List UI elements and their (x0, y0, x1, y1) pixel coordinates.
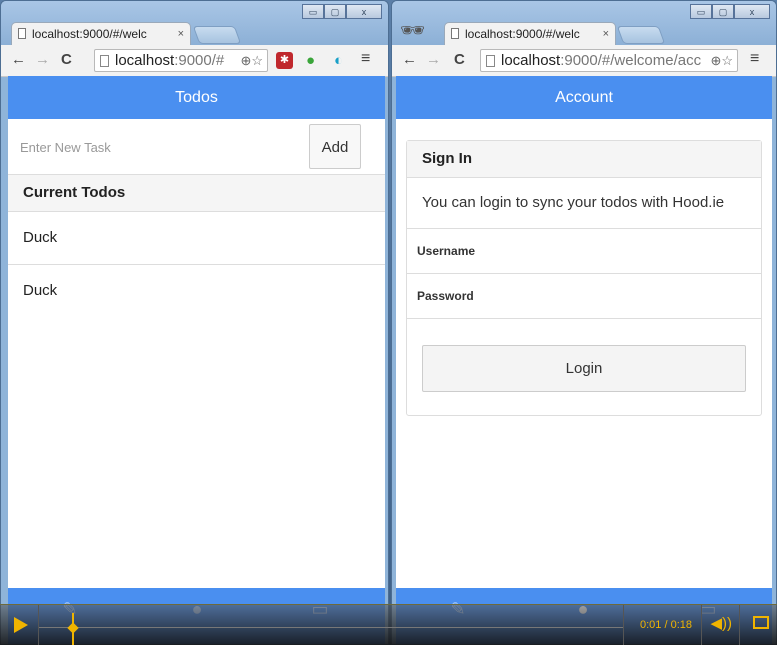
minimize-button[interactable]: ▭ (302, 4, 324, 19)
window-controls: ▭ ▢ x (690, 4, 770, 19)
zoom-bookmark-icons[interactable]: ⊕☆ (237, 50, 263, 71)
divider (701, 605, 702, 645)
login-row: Login (407, 319, 761, 415)
sync-extension-icon[interactable]: ◐ (330, 52, 347, 69)
menu-icon[interactable]: ≡ (361, 50, 370, 68)
browser-toolbar: ← → C localhost:9000/# ⊕☆ ✱ ● ◐ ≡ (1, 45, 388, 77)
browser-tab[interactable]: localhost:9000/#/welc × (11, 22, 191, 45)
list-item[interactable]: Duck (8, 212, 385, 265)
play-icon (14, 617, 28, 633)
sign-in-card: Sign In You can login to sync your todos… (406, 140, 762, 416)
list-header: Current Todos (8, 175, 385, 212)
forward-button[interactable]: → (426, 51, 441, 68)
chat-extension-icon[interactable]: ● (302, 52, 319, 69)
page-icon (18, 28, 26, 39)
reload-button[interactable]: C (61, 51, 72, 68)
scrub-handle-dot[interactable] (67, 622, 79, 634)
tab-title: localhost:9000/#/welc (465, 27, 580, 41)
divider (623, 605, 624, 645)
browser-window-right: 🕶 localhost:9000/#/welc × ▭ ▢ x ← → C lo… (391, 0, 777, 645)
forward-button[interactable]: → (35, 51, 50, 68)
window-controls: ▭ ▢ x (302, 4, 382, 19)
username-label: Username (417, 244, 476, 258)
browser-toolbar: ← → C localhost:9000/#/welcome/acc ⊕☆ ≡ (392, 45, 776, 77)
tab-close-icon[interactable]: × (603, 23, 609, 45)
new-tab-button[interactable] (192, 26, 242, 44)
url-path: :9000/# (174, 52, 225, 69)
title-bar: localhost:9000/#/welc × ▭ ▢ x (1, 1, 388, 45)
app-title: Todos (8, 76, 385, 119)
page-icon (100, 55, 109, 67)
close-window-button[interactable]: x (346, 4, 382, 19)
password-field[interactable]: Password (407, 274, 761, 319)
scrub-track (39, 627, 624, 628)
list-item[interactable]: Duck (8, 265, 385, 317)
new-task-row: Add (8, 119, 385, 175)
address-bar[interactable]: localhost:9000/#/welcome/acc ⊕☆ (480, 49, 738, 72)
volume-icon[interactable]: ◀)) (710, 614, 732, 632)
new-task-input[interactable] (18, 131, 282, 163)
page-viewport: Todos Add Current Todos Duck Duck ✎ ● ▭ (8, 76, 385, 644)
card-title: Sign In (407, 141, 761, 178)
tab-title: localhost:9000/#/welc (32, 27, 147, 41)
page-viewport: Account Sign In You can login to sync yo… (396, 76, 772, 644)
new-tab-button[interactable] (616, 26, 666, 44)
back-button[interactable]: ← (402, 51, 417, 68)
login-button[interactable]: Login (422, 345, 746, 392)
add-button[interactable]: Add (309, 124, 361, 169)
extension-icon[interactable]: ✱ (276, 52, 293, 69)
menu-icon[interactable]: ≡ (750, 50, 759, 68)
app-title: Account (396, 76, 772, 119)
address-bar[interactable]: localhost:9000/# ⊕☆ (94, 49, 268, 72)
browser-window-left: localhost:9000/#/welc × ▭ ▢ x ← → C loca… (0, 0, 389, 645)
browser-tab[interactable]: localhost:9000/#/welc × (444, 22, 616, 45)
zoom-bookmark-icons[interactable]: ⊕☆ (707, 50, 733, 71)
card-text: You can login to sync your todos with Ho… (407, 178, 761, 229)
password-label: Password (417, 289, 474, 303)
page-icon (451, 28, 459, 39)
fullscreen-icon[interactable] (753, 616, 769, 629)
incognito-icon: 🕶 (400, 20, 426, 42)
close-window-button[interactable]: x (734, 4, 770, 19)
tab-close-icon[interactable]: × (178, 23, 184, 45)
video-player-bar: 0:01 / 0:18 ◀)) (0, 604, 777, 645)
play-button[interactable] (0, 605, 39, 645)
divider (739, 605, 740, 645)
url-host: localhost (115, 52, 175, 69)
todo-list: Duck Duck (8, 212, 385, 317)
back-button[interactable]: ← (11, 51, 26, 68)
time-readout: 0:01 / 0:18 (640, 619, 692, 631)
username-field[interactable]: Username (407, 229, 761, 274)
maximize-button[interactable]: ▢ (712, 4, 734, 19)
minimize-button[interactable]: ▭ (690, 4, 712, 19)
reload-button[interactable]: C (454, 51, 465, 68)
url-path: :9000/#/welcome/acc (560, 52, 702, 69)
page-icon (486, 55, 495, 67)
title-bar: 🕶 localhost:9000/#/welc × ▭ ▢ x (392, 1, 776, 45)
url-host: localhost (501, 52, 561, 69)
maximize-button[interactable]: ▢ (324, 4, 346, 19)
scrub-bar[interactable] (39, 605, 624, 645)
